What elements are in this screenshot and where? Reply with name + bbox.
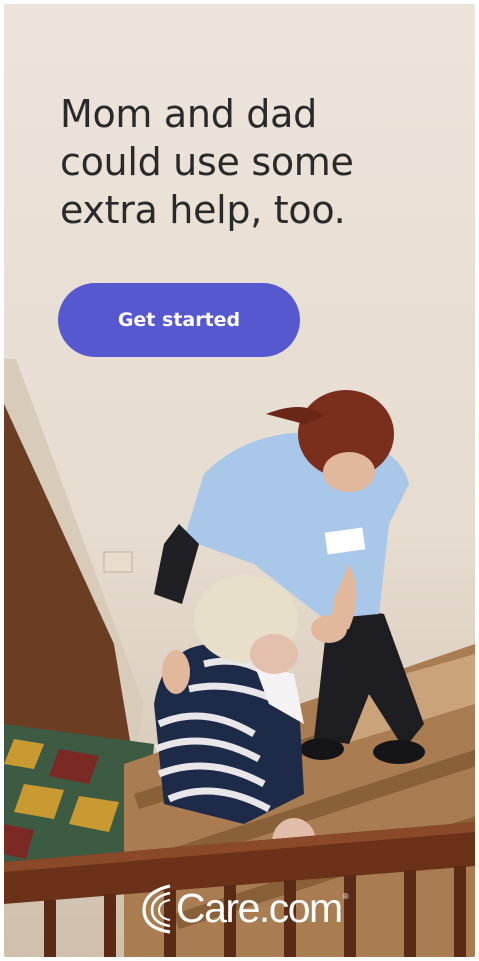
brand-name: Care.com xyxy=(176,884,343,931)
ad-banner[interactable]: Mom and dad could use some extra help, t… xyxy=(4,4,475,957)
get-started-button[interactable]: Get started xyxy=(58,283,300,357)
care-swirl-icon xyxy=(142,884,171,934)
registered-mark: ® xyxy=(342,892,349,901)
care-com-logo[interactable]: Care.com ® xyxy=(140,876,370,940)
headline: Mom and dad could use some extra help, t… xyxy=(60,92,354,232)
